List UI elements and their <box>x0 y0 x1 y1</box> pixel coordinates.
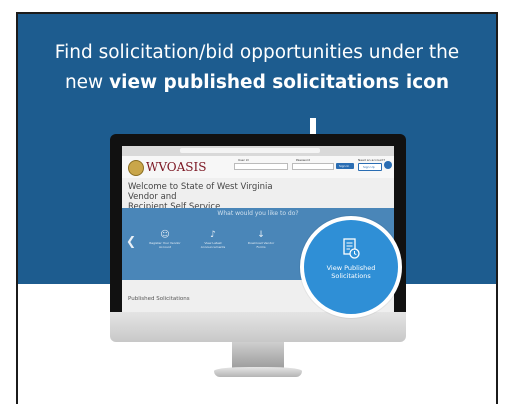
vendor-forms-item[interactable]: ↓ Download Vendor Forms <box>244 230 278 249</box>
announcements-item[interactable]: ♪ View Latest Announcements <box>196 230 230 249</box>
monitor-stand-neck <box>232 342 284 368</box>
monitor-stand-base <box>214 367 302 377</box>
password-input[interactable] <box>292 163 334 170</box>
promo-frame: Find solicitation/bid opportunities unde… <box>16 12 498 404</box>
help-icon[interactable] <box>384 161 392 169</box>
user-id-input[interactable] <box>234 163 288 170</box>
headline-prefix: new <box>64 72 110 93</box>
headline-line-2: new view published solicitations icon <box>18 72 496 93</box>
sign-up-button[interactable]: Sign Up <box>358 163 382 171</box>
view-published-label: View Published Solicitations <box>326 264 376 280</box>
view-published-solicitations-button[interactable]: View Published Solicitations <box>300 216 402 318</box>
address-bar <box>180 148 320 153</box>
document-clock-icon <box>343 238 360 259</box>
state-seal-icon <box>128 160 144 176</box>
register-vendor-item[interactable]: ☺ Register Your Vendor Account <box>148 230 182 249</box>
headline-line-1: Find solicitation/bid opportunities unde… <box>54 42 460 63</box>
sign-in-button[interactable]: Sign In <box>336 163 354 169</box>
need-account-label: Need an account? <box>358 158 386 162</box>
published-solicitations-heading: Published Solicitations <box>128 296 190 302</box>
chevron-left-icon[interactable]: ❮ <box>126 234 136 248</box>
download-icon: ↓ <box>257 230 265 240</box>
browser-bar <box>122 146 394 156</box>
user-icon: ☺ <box>160 230 170 240</box>
megaphone-icon: ♪ <box>210 230 216 240</box>
site-logo: WVOASIS <box>146 160 207 174</box>
user-id-label: User Id <box>238 158 249 162</box>
headline-emphasis: view published solicitations icon <box>109 72 450 93</box>
password-label: Password <box>296 158 311 162</box>
